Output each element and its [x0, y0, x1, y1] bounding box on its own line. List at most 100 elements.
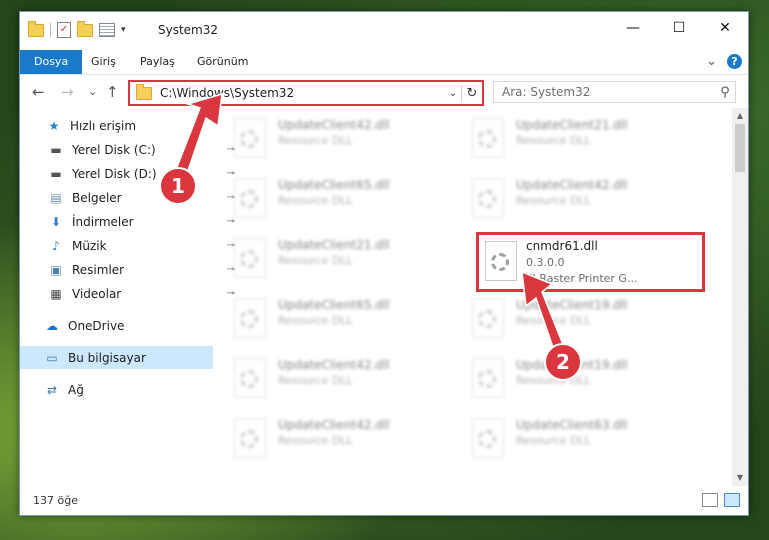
file-name: UpdateClient42.dll [278, 418, 390, 432]
search-input[interactable]: Ara: System32 [502, 85, 715, 99]
sidebar-item-quick-access[interactable]: ★ Hızlı erişim [20, 114, 239, 137]
dll-file-icon [472, 178, 504, 218]
file-type: Resource DLL [516, 314, 591, 327]
vertical-scrollbar[interactable]: ▲ ▼ [732, 108, 748, 486]
properties-icon[interactable] [99, 23, 115, 37]
scroll-thumb[interactable] [735, 124, 745, 172]
dll-file-icon [472, 298, 504, 338]
address-bar[interactable]: C:\Windows\System32 ⌄ ↻ [128, 80, 484, 106]
sidebar-item-network[interactable]: ⇄ Ağ [20, 378, 237, 401]
dll-file-icon [472, 118, 504, 158]
dll-file-icon [234, 298, 266, 338]
file-item-cnmdr61[interactable]: cnmdr61.dll 0.3.0.0 PJ Raster Printer G.… [476, 232, 705, 292]
sidebar-item-videos[interactable]: ▦ Videolar ⊸ [20, 282, 241, 305]
search-icon[interactable]: ⚲ [715, 85, 735, 100]
file-name: UpdateClient63.dll [516, 418, 628, 432]
file-item[interactable]: UpdateClient21.dll Resource DLL [464, 112, 684, 164]
sidebar-item-label: Ağ [68, 382, 84, 397]
sidebar-item-local-disk-c[interactable]: ▬ Yerel Disk (C:) ⊸ [20, 138, 241, 161]
download-icon: ⬇ [50, 214, 62, 229]
file-item[interactable]: UpdateClient63.dll Resource DLL [464, 412, 684, 464]
sidebar-item-label: Belgeler [72, 190, 122, 205]
tiles-view-icon[interactable] [724, 493, 740, 507]
file-name: UpdateClient42.dll [278, 358, 390, 372]
drive-icon: ▬ [50, 142, 62, 157]
music-icon: ♪ [52, 238, 60, 253]
sidebar-item-documents[interactable]: ▤ Belgeler ⊸ [20, 186, 241, 209]
properties-check-icon[interactable]: ✓ [57, 22, 71, 38]
sidebar-item-downloads[interactable]: ⬇ İndirmeler ⊸ [20, 210, 241, 233]
explorer-window: ✓ ▾ System32 — ☐ ✕ Dosya Giriş Paylaş Gö… [19, 11, 749, 516]
address-dropdown-icon[interactable]: ⌄ [445, 88, 461, 99]
sidebar-item-label: Hızlı erişim [70, 118, 137, 133]
folder-icon [28, 20, 44, 37]
file-item[interactable]: UpdateClient42.dll Resource DLL [226, 352, 446, 404]
file-type: Resource DLL [278, 374, 353, 387]
refresh-icon[interactable]: ↻ [461, 85, 482, 101]
file-name: UpdateClient21.dll [278, 238, 390, 252]
quick-access-toolbar: ✓ ▾ [28, 20, 126, 38]
file-item[interactable]: UpdateClient65.dll Resource DLL [226, 172, 446, 224]
file-item[interactable]: UpdateClient42.dll Resource DLL [226, 112, 446, 164]
file-name: cnmdr61.dll [526, 239, 598, 253]
video-icon: ▦ [50, 286, 62, 301]
up-arrow-icon[interactable]: ↑ [106, 83, 119, 101]
window-title: System32 [158, 23, 219, 37]
dll-file-icon [234, 238, 266, 278]
sidebar-item-label: Yerel Disk (D:) [72, 166, 157, 181]
item-count: 137 öğe [33, 494, 78, 507]
pictures-icon: ▣ [50, 262, 62, 277]
file-type: Resource DLL [278, 134, 353, 147]
tab-gorunum[interactable]: Görünüm [183, 50, 262, 74]
tab-dosya[interactable]: Dosya [20, 50, 83, 74]
sidebar-item-label: Yerel Disk (C:) [72, 142, 156, 157]
file-item[interactable]: UpdateClient42.dll Resource DLL [226, 412, 446, 464]
file-item[interactable]: UpdateClient65.dll Resource DLL [226, 292, 446, 344]
tab-paylas[interactable]: Paylaş [126, 50, 189, 74]
file-type: Resource DLL [278, 194, 353, 207]
file-name: UpdateClient65.dll [278, 178, 390, 192]
expand-ribbon-icon[interactable]: ⌄ [706, 54, 717, 69]
file-type: Resource DLL [516, 134, 591, 147]
file-item[interactable]: UpdateClient21.dll Resource DLL [226, 232, 446, 284]
customize-toolbar-icon[interactable]: ▾ [121, 25, 126, 35]
maximize-button[interactable]: ☐ [656, 12, 702, 44]
navigation-bar: ← → ⌄ ↑ C:\Windows\System32 ⌄ ↻ Ara: Sys… [20, 75, 748, 109]
title-bar: ✓ ▾ System32 — ☐ ✕ [20, 12, 748, 50]
new-folder-icon[interactable] [77, 20, 93, 37]
file-item[interactable]: UpdateClient42.dll Resource DLL [464, 172, 684, 224]
dll-file-icon [234, 118, 266, 158]
sidebar-item-music[interactable]: ♪ Müzik ⊸ [20, 234, 241, 257]
file-item[interactable]: UpdateClient19.dll Resource DLL [464, 352, 684, 404]
forward-arrow-icon[interactable]: → [61, 83, 74, 101]
sidebar-item-local-disk-d[interactable]: ▬ Yerel Disk (D:) ⊸ [20, 162, 241, 185]
file-type: Resource DLL [516, 374, 591, 387]
sidebar-item-pictures[interactable]: ▣ Resimler ⊸ [20, 258, 241, 281]
navigation-pane: ★ Hızlı erişim ▬ Yerel Disk (C:) ⊸ ▬ Yer… [20, 108, 235, 486]
sidebar-item-label: Bu bilgisayar [68, 350, 146, 365]
file-name: UpdateClient42.dll [278, 118, 390, 132]
dll-file-icon [472, 358, 504, 398]
sidebar-item-label: Videolar [72, 286, 122, 301]
back-arrow-icon[interactable]: ← [32, 83, 45, 101]
sidebar-item-this-pc[interactable]: ▭ Bu bilgisayar [20, 346, 213, 369]
search-box[interactable]: Ara: System32 ⚲ [493, 81, 736, 103]
tab-giris[interactable]: Giriş [77, 50, 130, 74]
scroll-up-icon[interactable]: ▲ [732, 108, 748, 124]
details-view-icon[interactable] [702, 493, 718, 507]
dll-file-icon [234, 178, 266, 218]
file-item[interactable]: UpdateClient19.dll Resource DLL [464, 292, 684, 344]
help-icon[interactable]: ? [727, 54, 742, 69]
recent-locations-icon[interactable]: ⌄ [88, 85, 97, 98]
cloud-icon: ☁ [46, 318, 58, 333]
file-type: Resource DLL [516, 194, 591, 207]
minimize-button[interactable]: — [610, 12, 656, 44]
sidebar-item-onedrive[interactable]: ☁ OneDrive [20, 314, 237, 337]
sidebar-item-label: İndirmeler [72, 214, 134, 229]
separator [50, 23, 51, 37]
scroll-down-icon[interactable]: ▼ [732, 470, 748, 486]
sidebar-item-label: Müzik [72, 238, 107, 253]
drive-icon: ▬ [50, 166, 62, 181]
address-text[interactable]: C:\Windows\System32 [160, 86, 445, 100]
close-button[interactable]: ✕ [702, 12, 748, 44]
